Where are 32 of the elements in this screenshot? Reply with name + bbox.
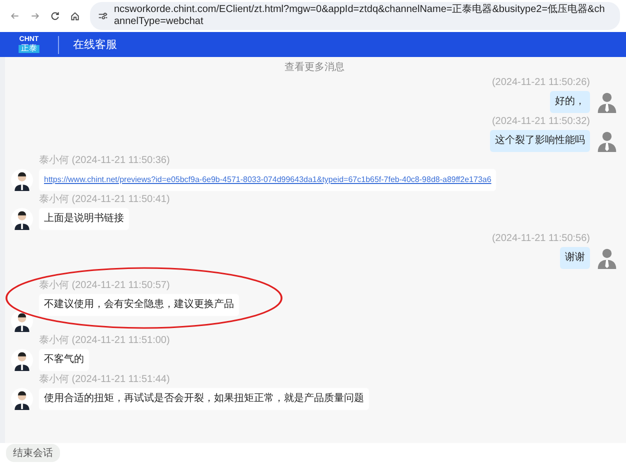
- user-avatar-icon: [596, 91, 618, 113]
- site-settings-icon[interactable]: [98, 11, 108, 21]
- message-meta: 泰小何 (2024-11-21 11:50:41): [39, 194, 170, 206]
- manual-link[interactable]: https://www.chint.net/previews?id=e05bcf9a-6e9b-4571-8033-074d99643da1&typeid=67c1b65f-7feb-40c8-98d8-a89ff2e173a6: [44, 175, 492, 184]
- message-bubble: 上面是说明书链接: [39, 208, 129, 230]
- message-time: (2024-11-21 11:50:26): [492, 77, 590, 89]
- back-icon[interactable]: [10, 11, 20, 21]
- message-bubble: 不建议使用，会有安全隐患，建议更换产品: [39, 294, 239, 316]
- message-meta: 泰小何 (2024-11-21 11:50:57): [39, 280, 170, 292]
- message-time: (2024-11-21 11:50:32): [492, 116, 590, 128]
- message-bubble: 使用合适的扭矩，再试试是否会开裂，如果扭矩正常，就是产品质量问题: [39, 388, 369, 410]
- user-avatar-icon: [596, 130, 618, 152]
- message-bubble: 这个裂了影响性能吗: [490, 130, 590, 152]
- address-bar[interactable]: ncsworkorde.chint.com/EClient/zt.html?mgw=0&appId=ztdq&channelName=正泰电器&busitype2=低压电器&channelType=webchat: [90, 2, 620, 30]
- home-icon[interactable]: [70, 11, 80, 21]
- message-bubble: 不客气的: [39, 349, 89, 371]
- end-session-button[interactable]: 结束会话: [6, 444, 60, 462]
- message-time: (2024-11-21 11:50:56): [492, 233, 590, 245]
- agent-avatar-icon: [11, 349, 33, 371]
- message-bubble: 好的，: [550, 91, 590, 113]
- message-meta: 泰小何 (2024-11-21 11:51:00): [39, 335, 170, 347]
- message-meta: 泰小何 (2024-11-21 11:50:36): [39, 155, 170, 167]
- message-meta: 泰小何 (2024-11-21 11:51:44): [39, 374, 170, 386]
- user-avatar-icon: [596, 247, 618, 269]
- reload-icon[interactable]: [50, 11, 60, 21]
- header-title: 在线客服: [73, 38, 117, 52]
- agent-avatar-icon: [11, 310, 33, 332]
- forward-icon[interactable]: [30, 11, 40, 21]
- agent-avatar-icon: [11, 208, 33, 230]
- agent-avatar-icon: [11, 169, 33, 191]
- agent-avatar-icon: [11, 388, 33, 410]
- message-bubble: 谢谢: [560, 247, 590, 269]
